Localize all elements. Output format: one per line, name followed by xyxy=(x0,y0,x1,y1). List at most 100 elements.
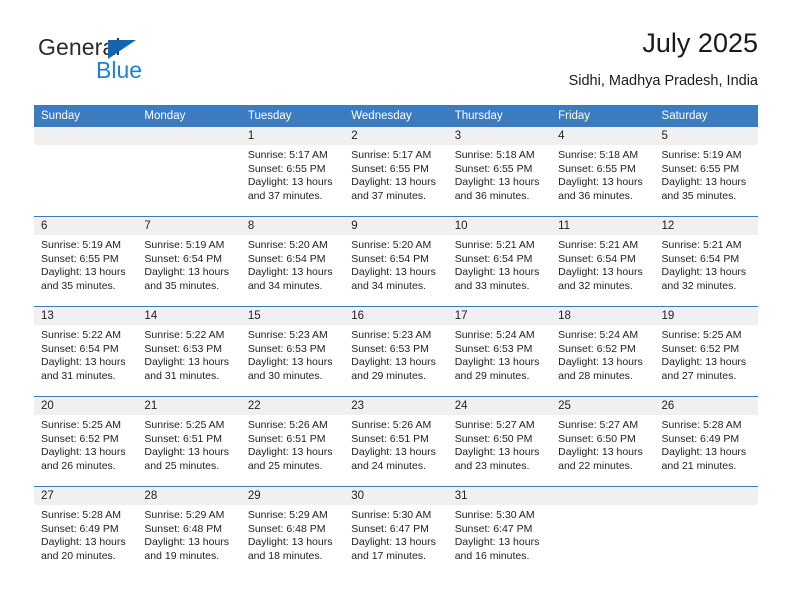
daylight-text-line1: Daylight: 13 hours xyxy=(454,446,540,459)
calendar-day-cell[interactable]: 3 Sunrise: 5:18 AM Sunset: 6:55 PM Daylight… xyxy=(447,127,552,217)
day-number: 19 xyxy=(654,307,758,325)
daylight-text-line2: and 27 minutes. xyxy=(661,369,737,382)
daylight-text-line2: and 33 minutes. xyxy=(454,279,530,292)
calendar-day-cell[interactable]: 26 Sunrise: 5:28 AM Sunset: 6:49 PM Dayligh… xyxy=(654,396,758,487)
day-details: Sunrise: 5:20 AM Sunset: 6:54 PM Daylight:… xyxy=(241,235,344,293)
calendar-table: Sunday Monday Tuesday Wednesday Thursday… xyxy=(34,105,758,576)
day-number: 30 xyxy=(344,487,448,505)
sunrise-text: Sunrise: 5:27 AM xyxy=(558,419,639,431)
calendar-day-cell[interactable]: 14 Sunrise: 5:22 AM Sunset: 6:53 PM Dayligh… xyxy=(137,306,241,397)
calendar-day-cell[interactable]: 28 Sunrise: 5:29 AM Sunset: 6:48 PM Dayligh… xyxy=(137,486,241,576)
calendar-day-cell[interactable]: 22 Sunrise: 5:26 AM Sunset: 6:51 PM Dayligh… xyxy=(240,396,345,487)
daylight-text-line2: and 34 minutes. xyxy=(351,279,426,292)
day-number: 4 xyxy=(551,127,655,145)
calendar-day-cell[interactable]: 18 Sunrise: 5:24 AM Sunset: 6:52 PM Dayligh… xyxy=(551,306,655,397)
calendar-day-cell[interactable]: 17 Sunrise: 5:24 AM Sunset: 6:53 PM Dayligh… xyxy=(447,306,552,397)
day-number: 31 xyxy=(447,487,552,505)
sunset-text: Sunset: 6:52 PM xyxy=(41,432,119,445)
daylight-text-line1: Daylight: 13 hours xyxy=(558,176,643,189)
calendar-day-cell[interactable]: 8 Sunrise: 5:20 AM Sunset: 6:54 PM Daylight… xyxy=(240,216,345,307)
calendar-day-cell[interactable]: 21 Sunrise: 5:25 AM Sunset: 6:51 PM Dayligh… xyxy=(137,396,241,487)
sunset-text: Sunset: 6:53 PM xyxy=(144,342,223,355)
daylight-text-line2: and 35 minutes. xyxy=(41,279,116,292)
sunrise-text: Sunrise: 5:25 AM xyxy=(144,419,225,431)
sunrise-text: Sunrise: 5:27 AM xyxy=(454,419,535,431)
calendar-day-cell[interactable]: 11 Sunrise: 5:21 AM Sunset: 6:54 PM Dayligh… xyxy=(551,216,655,307)
calendar-day-cell[interactable]: 16 Sunrise: 5:23 AM Sunset: 6:53 PM Dayligh… xyxy=(344,306,448,397)
calendar-day-cell[interactable]: 30 Sunrise: 5:30 AM Sunset: 6:47 PM Dayligh… xyxy=(344,486,448,576)
weekday-header-tuesday: Tuesday xyxy=(240,105,345,127)
daylight-text-line2: and 31 minutes. xyxy=(144,369,220,382)
day-number: 8 xyxy=(240,217,345,235)
sunrise-text: Sunrise: 5:19 AM xyxy=(144,239,225,251)
calendar-day-cell[interactable]: 19 Sunrise: 5:25 AM Sunset: 6:52 PM Dayligh… xyxy=(654,306,758,397)
generalblue-logo[interactable]: General Blue xyxy=(38,34,248,94)
daylight-text-line2: and 35 minutes. xyxy=(144,279,220,292)
sunset-text: Sunset: 6:49 PM xyxy=(41,522,119,535)
calendar-day-cell[interactable]: 5 Sunrise: 5:19 AM Sunset: 6:55 PM Daylight… xyxy=(654,127,758,217)
day-details: Sunrise: 5:22 AM Sunset: 6:53 PM Daylight:… xyxy=(137,325,240,383)
calendar-cell-empty xyxy=(137,127,241,217)
daylight-text-line2: and 29 minutes. xyxy=(351,369,426,382)
day-number: 27 xyxy=(34,487,138,505)
sunrise-text: Sunrise: 5:23 AM xyxy=(351,329,432,341)
daylight-text-line2: and 34 minutes. xyxy=(247,279,323,292)
day-number xyxy=(137,127,241,145)
calendar-day-cell[interactable]: 7 Sunrise: 5:19 AM Sunset: 6:54 PM Daylight… xyxy=(137,216,241,307)
day-details: Sunrise: 5:23 AM Sunset: 6:53 PM Daylight:… xyxy=(241,325,344,383)
daylight-text-line2: and 29 minutes. xyxy=(454,369,530,382)
day-details: Sunrise: 5:21 AM Sunset: 6:54 PM Daylight:… xyxy=(655,235,758,293)
calendar-day-cell[interactable]: 9 Sunrise: 5:20 AM Sunset: 6:54 PM Daylight… xyxy=(344,216,448,307)
day-details: Sunrise: 5:29 AM Sunset: 6:48 PM Daylight:… xyxy=(241,505,344,563)
calendar-day-cell[interactable]: 20 Sunrise: 5:25 AM Sunset: 6:52 PM Dayligh… xyxy=(34,396,138,487)
daylight-text-line1: Daylight: 13 hours xyxy=(661,176,747,189)
daylight-text-line1: Daylight: 13 hours xyxy=(144,536,230,549)
daylight-text-line1: Daylight: 13 hours xyxy=(454,266,540,279)
daylight-text-line2: and 31 minutes. xyxy=(41,369,116,382)
calendar-day-cell[interactable]: 6 Sunrise: 5:19 AM Sunset: 6:55 PM Daylight… xyxy=(34,216,138,307)
day-number xyxy=(34,127,138,145)
daylight-text-line1: Daylight: 13 hours xyxy=(144,356,230,369)
calendar-day-cell[interactable]: 2 Sunrise: 5:17 AM Sunset: 6:55 PM Daylight… xyxy=(344,127,448,217)
sunrise-text: Sunrise: 5:17 AM xyxy=(247,149,328,161)
daylight-text-line2: and 35 minutes. xyxy=(661,189,737,202)
calendar-week-row: 1 Sunrise: 5:17 AM Sunset: 6:55 PM Daylight… xyxy=(34,127,758,217)
calendar-day-cell[interactable]: 10 Sunrise: 5:21 AM Sunset: 6:54 PM Dayligh… xyxy=(447,216,552,307)
sunrise-text: Sunrise: 5:22 AM xyxy=(41,329,121,341)
daylight-text-line1: Daylight: 13 hours xyxy=(351,446,436,459)
day-number xyxy=(551,487,655,505)
calendar-day-cell[interactable]: 31 Sunrise: 5:30 AM Sunset: 6:47 PM Dayligh… xyxy=(447,486,552,576)
sunset-text: Sunset: 6:51 PM xyxy=(247,432,326,445)
day-number: 13 xyxy=(34,307,138,325)
sunrise-text: Sunrise: 5:20 AM xyxy=(351,239,432,251)
calendar-day-cell[interactable]: 23 Sunrise: 5:26 AM Sunset: 6:51 PM Dayligh… xyxy=(344,396,448,487)
daylight-text-line2: and 25 minutes. xyxy=(144,459,220,472)
daylight-text-line1: Daylight: 13 hours xyxy=(144,266,230,279)
calendar-day-cell[interactable]: 29 Sunrise: 5:29 AM Sunset: 6:48 PM Dayligh… xyxy=(240,486,345,576)
daylight-text-line2: and 36 minutes. xyxy=(454,189,530,202)
daylight-text-line1: Daylight: 13 hours xyxy=(247,356,333,369)
calendar-day-cell[interactable]: 15 Sunrise: 5:23 AM Sunset: 6:53 PM Dayligh… xyxy=(240,306,345,397)
calendar-cell-empty xyxy=(34,127,138,217)
day-details: Sunrise: 5:28 AM Sunset: 6:49 PM Daylight:… xyxy=(34,505,137,563)
calendar-day-cell[interactable]: 25 Sunrise: 5:27 AM Sunset: 6:50 PM Dayligh… xyxy=(551,396,655,487)
page-title: July 2025 xyxy=(642,28,758,58)
sunrise-text: Sunrise: 5:21 AM xyxy=(558,239,639,251)
sunrise-text: Sunrise: 5:29 AM xyxy=(247,509,328,521)
calendar-day-cell[interactable]: 4 Sunrise: 5:18 AM Sunset: 6:55 PM Daylight… xyxy=(551,127,655,217)
daylight-text-line2: and 16 minutes. xyxy=(454,549,530,562)
calendar-day-cell[interactable]: 12 Sunrise: 5:21 AM Sunset: 6:54 PM Dayligh… xyxy=(654,216,758,307)
calendar-day-cell[interactable]: 27 Sunrise: 5:28 AM Sunset: 6:49 PM Dayligh… xyxy=(34,486,138,576)
sunset-text: Sunset: 6:47 PM xyxy=(454,522,533,535)
day-number: 22 xyxy=(240,397,345,415)
day-details: Sunrise: 5:27 AM Sunset: 6:50 PM Daylight:… xyxy=(448,415,551,473)
calendar-day-cell[interactable]: 1 Sunrise: 5:17 AM Sunset: 6:55 PM Daylight… xyxy=(240,127,345,217)
calendar-day-cell[interactable]: 24 Sunrise: 5:27 AM Sunset: 6:50 PM Dayligh… xyxy=(447,396,552,487)
day-details: Sunrise: 5:19 AM Sunset: 6:54 PM Daylight:… xyxy=(137,235,240,293)
sunset-text: Sunset: 6:49 PM xyxy=(661,432,740,445)
calendar-day-cell[interactable]: 13 Sunrise: 5:22 AM Sunset: 6:54 PM Dayligh… xyxy=(34,306,138,397)
sunrise-text: Sunrise: 5:20 AM xyxy=(247,239,328,251)
day-details: Sunrise: 5:25 AM Sunset: 6:51 PM Daylight:… xyxy=(137,415,240,473)
sunset-text: Sunset: 6:47 PM xyxy=(351,522,429,535)
day-details: Sunrise: 5:18 AM Sunset: 6:55 PM Daylight:… xyxy=(448,145,551,203)
